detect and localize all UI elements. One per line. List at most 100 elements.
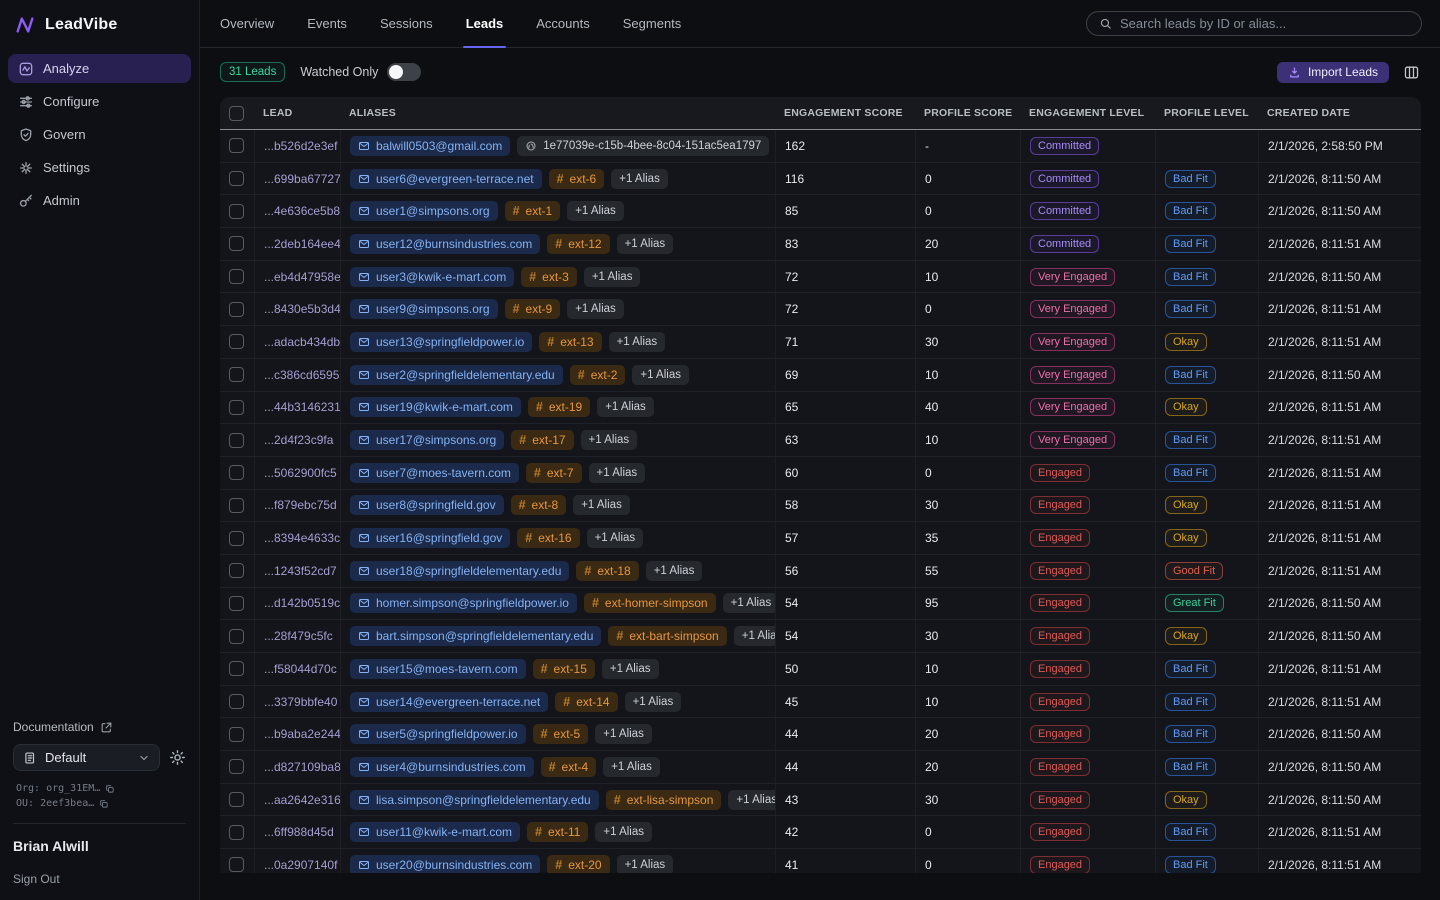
email-alias-badge[interactable]: user7@moes-tavern.com (350, 463, 519, 483)
row-checkbox[interactable] (229, 531, 244, 546)
sidebar-item-admin[interactable]: Admin (8, 186, 191, 215)
row-checkbox[interactable] (229, 367, 244, 382)
email-alias-badge[interactable]: user3@kwik-e-mart.com (350, 267, 514, 287)
lead-id[interactable]: ...adacb434db (264, 335, 340, 349)
email-alias-badge[interactable]: user14@evergreen-terrace.net (350, 692, 548, 712)
sidebar-item-govern[interactable]: Govern (8, 120, 191, 149)
lead-id[interactable]: ...4e636ce5b8 (264, 204, 340, 218)
row-checkbox[interactable] (229, 465, 244, 480)
watched-only-toggle[interactable] (387, 63, 421, 81)
email-alias-badge[interactable]: user5@springfieldpower.io (350, 724, 526, 744)
row-checkbox[interactable] (229, 171, 244, 186)
extra-alias-badge[interactable]: +1 Alias (609, 332, 666, 352)
theme-toggle-sun-icon[interactable] (169, 749, 186, 766)
external-id-badge[interactable]: #ext-1 (505, 201, 561, 221)
row-checkbox[interactable] (229, 825, 244, 840)
extra-alias-badge[interactable]: +1 Alias (625, 692, 682, 712)
row-checkbox[interactable] (229, 302, 244, 317)
row-checkbox[interactable] (229, 204, 244, 219)
extra-alias-badge[interactable]: +1 Alias (567, 299, 624, 319)
email-alias-badge[interactable]: user18@springfieldelementary.edu (350, 561, 569, 581)
external-id-badge[interactable]: #ext-17 (511, 430, 573, 450)
row-checkbox[interactable] (229, 334, 244, 349)
email-alias-badge[interactable]: user4@burnsindustries.com (350, 757, 534, 777)
row-checkbox[interactable] (229, 498, 244, 513)
external-id-badge[interactable]: #ext-7 (526, 463, 582, 483)
external-id-badge[interactable]: #ext-6 (549, 169, 605, 189)
email-alias-badge[interactable]: homer.simpson@springfieldpower.io (350, 593, 577, 613)
row-checkbox[interactable] (229, 629, 244, 644)
email-alias-badge[interactable]: user12@burnsindustries.com (350, 234, 540, 254)
sidebar-item-analyze[interactable]: Analyze (8, 54, 191, 83)
lead-id[interactable]: ...c386cd6595 (264, 368, 339, 382)
lead-id[interactable]: ...1243f52cd7 (264, 564, 337, 578)
tab-events[interactable]: Events (307, 0, 347, 47)
lead-id[interactable]: ...2d4f23c9fa (264, 433, 333, 447)
external-id-badge[interactable]: #ext-homer-simpson (584, 593, 716, 613)
documentation-link[interactable]: Documentation (13, 720, 186, 734)
environment-select[interactable]: Default (13, 744, 160, 771)
email-alias-badge[interactable]: user13@springfieldpower.io (350, 332, 532, 352)
extra-alias-badge[interactable]: +1 Alias (617, 855, 674, 873)
extra-alias-badge[interactable]: +1 Alias (734, 626, 775, 646)
row-checkbox[interactable] (229, 433, 244, 448)
row-checkbox[interactable] (229, 759, 244, 774)
sidebar-item-configure[interactable]: Configure (8, 87, 191, 116)
import-leads-button[interactable]: Import Leads (1277, 62, 1389, 83)
external-id-badge[interactable]: #ext-13 (539, 332, 601, 352)
search-input[interactable] (1120, 16, 1409, 31)
lead-id[interactable]: ...eb4d47958e (264, 270, 340, 284)
extra-alias-badge[interactable]: +1 Alias (597, 397, 654, 417)
email-alias-badge[interactable]: user2@springfieldelementary.edu (350, 365, 563, 385)
email-alias-badge[interactable]: user8@springfield.gov (350, 495, 504, 515)
row-checkbox[interactable] (229, 661, 244, 676)
row-checkbox[interactable] (229, 236, 244, 251)
row-checkbox[interactable] (229, 792, 244, 807)
extra-alias-badge[interactable]: +1 Alias (602, 659, 659, 679)
external-id-badge[interactable]: #ext-11 (527, 822, 588, 842)
email-alias-badge[interactable]: user16@springfield.gov (350, 528, 510, 548)
lead-id[interactable]: ...0a2907140f (264, 858, 337, 872)
external-id-badge[interactable]: #ext-lisa-simpson (606, 790, 722, 810)
email-alias-badge[interactable]: user20@burnsindustries.com (350, 855, 540, 873)
extra-alias-badge[interactable]: +1 Alias (728, 790, 775, 810)
extra-alias-badge[interactable]: +1 Alias (603, 757, 660, 777)
email-alias-badge[interactable]: balwill0503@gmail.com (350, 136, 510, 156)
row-checkbox[interactable] (229, 563, 244, 578)
external-id-badge[interactable]: #ext-4 (541, 757, 597, 777)
external-id-badge[interactable]: #ext-3 (521, 267, 577, 287)
extra-alias-badge[interactable]: +1 Alias (589, 463, 646, 483)
external-id-badge[interactable]: #ext-14 (555, 692, 617, 712)
extra-alias-badge[interactable]: +1 Alias (595, 822, 652, 842)
extra-alias-badge[interactable]: +1 Alias (587, 528, 644, 548)
email-alias-badge[interactable]: user15@moes-tavern.com (350, 659, 526, 679)
lead-id[interactable]: ...b526d2e3ef (264, 139, 337, 153)
extra-alias-badge[interactable]: +1 Alias (581, 430, 638, 450)
row-checkbox[interactable] (229, 727, 244, 742)
external-id-badge[interactable]: #ext-5 (533, 724, 589, 744)
select-all-checkbox[interactable] (229, 106, 244, 121)
extra-alias-badge[interactable]: +1 Alias (646, 561, 703, 581)
email-alias-badge[interactable]: bart.simpson@springfieldelementary.edu (350, 626, 601, 646)
lead-id[interactable]: ...6ff988d45d (264, 825, 334, 839)
extra-alias-badge[interactable]: +1 Alias (617, 234, 674, 254)
row-checkbox[interactable] (229, 400, 244, 415)
lead-id[interactable]: ...d142b0519c (264, 596, 340, 610)
lead-id[interactable]: ...aa2642e316 (264, 793, 340, 807)
extra-alias-badge[interactable]: +1 Alias (632, 365, 689, 385)
tab-segments[interactable]: Segments (623, 0, 682, 47)
lead-id[interactable]: ...3379bbfe40 (264, 695, 337, 709)
row-checkbox[interactable] (229, 694, 244, 709)
extra-alias-badge[interactable]: +1 Alias (595, 724, 652, 744)
external-id-badge[interactable]: #ext-20 (547, 855, 609, 873)
row-checkbox[interactable] (229, 138, 244, 153)
lead-id[interactable]: ...5062900fc5 (264, 466, 337, 480)
extra-alias-badge[interactable]: +1 Alias (567, 201, 624, 221)
row-checkbox[interactable] (229, 857, 244, 872)
email-alias-badge[interactable]: user1@simpsons.org (350, 201, 498, 221)
external-id-badge[interactable]: #ext-12 (547, 234, 609, 254)
lead-id[interactable]: ...b9aba2e244 (264, 727, 340, 741)
lead-id[interactable]: ...44b3146231 (264, 400, 340, 414)
tab-accounts[interactable]: Accounts (536, 0, 589, 47)
lead-id[interactable]: ...2deb164ee4 (264, 237, 340, 251)
